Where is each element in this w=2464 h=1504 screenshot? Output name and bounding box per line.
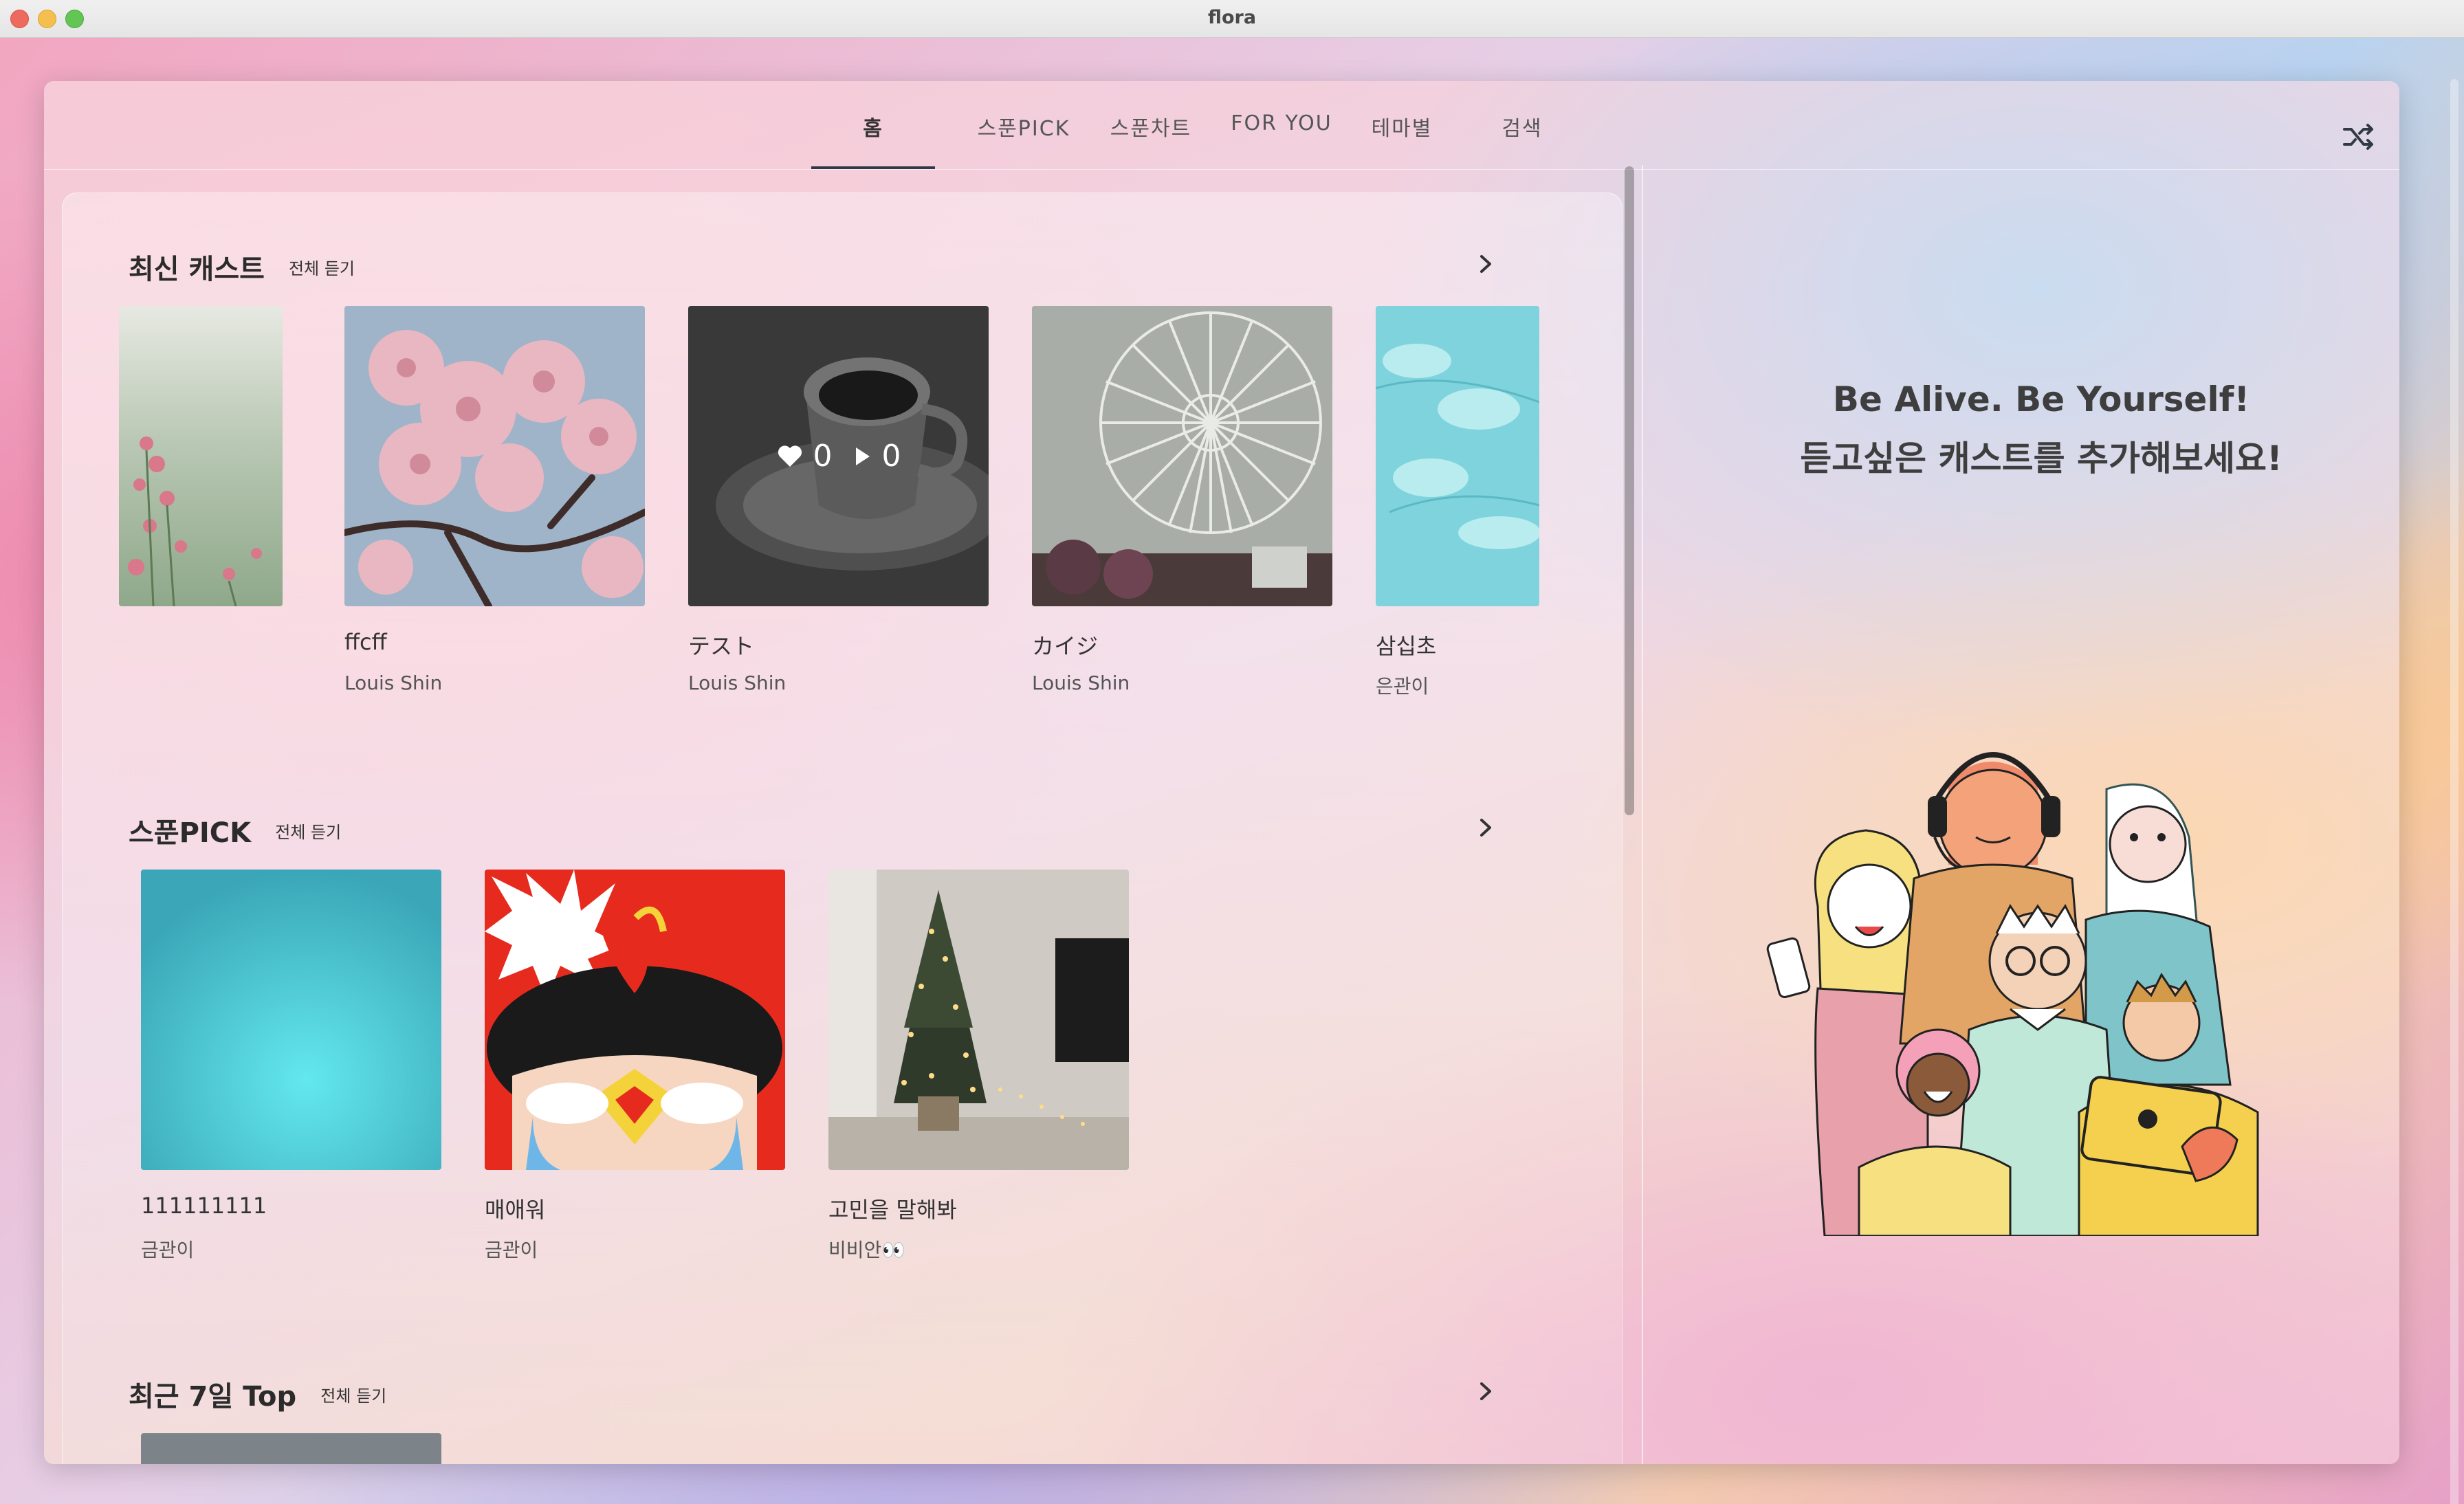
cast-title: テスト <box>688 633 755 659</box>
cast-thumbnail <box>1032 306 1332 606</box>
cast-thumbnail <box>828 870 1129 1170</box>
chevron-right-icon[interactable] <box>1472 810 1499 845</box>
listen-all-link[interactable]: 전체 듣기 <box>320 1382 386 1406</box>
window-title: flora <box>1207 7 1257 28</box>
cast-card[interactable]: 매애워 금관이 <box>485 870 785 1268</box>
cast-thumbnail <box>141 870 441 1170</box>
tab-home[interactable]: 홈 <box>811 111 935 169</box>
cast-thumbnail <box>344 306 645 606</box>
section-title: 최근 7일 Top <box>129 1381 297 1413</box>
cast-card[interactable]: 고민을 말해봐 비비안👀 <box>828 870 1129 1268</box>
play-count: 0 <box>881 439 901 474</box>
app-window: 홈 스푼PICK 스푼차트 FOR YOU 테마별 검색 최신 캐스트 전체 듣… <box>44 81 2399 1464</box>
cast-title: 111111111 <box>141 1193 267 1219</box>
promo-subline: 듣고싶은 캐스트를 추가해보세요! <box>1800 439 2282 478</box>
section-recent-7-day-top: 최근 7일 Top 전체 듣기 <box>63 1374 1622 1464</box>
cast-thumbnail <box>119 306 283 606</box>
cast-title: 고민을 말해봐 <box>828 1197 957 1223</box>
cast-stats-overlay: 0 0 <box>688 306 989 606</box>
cast-card[interactable]: カイジ Louis Shin <box>1032 306 1332 705</box>
cast-author: 은관이 <box>1376 675 1429 698</box>
tab-for-you[interactable]: FOR YOU <box>1206 111 1357 169</box>
cast-author: 금관이 <box>485 1239 538 1261</box>
chevron-right-icon[interactable] <box>1472 1374 1499 1408</box>
content-scrollbar[interactable] <box>1625 166 1634 815</box>
tab-search[interactable]: 검색 <box>1467 111 1577 169</box>
section-title: 스푼PICK <box>129 817 252 849</box>
cast-thumbnail <box>1376 306 1539 606</box>
section-spoon-pick: 스푼PICK 전체 듣기 111111111 금관이 매애워 금관이 고민을 말… <box>63 810 1622 1305</box>
cast-card[interactable] <box>141 1433 441 1464</box>
cast-author: 금관이 <box>141 1239 195 1261</box>
cast-title: 매애워 <box>485 1197 546 1223</box>
chevron-right-icon[interactable] <box>1472 247 1499 281</box>
section-header: 최신 캐스트 전체 듣기 <box>129 247 355 288</box>
section-title: 최신 캐스트 <box>129 254 265 285</box>
section-header: 스푼PICK 전체 듣기 <box>129 810 341 852</box>
cast-author: 비비안👀 <box>828 1239 906 1261</box>
promo-message: Be Alive. Be Yourself! 듣고싶은 캐스트를 추가해보세요! <box>1653 370 2399 488</box>
tab-theme[interactable]: 테마별 <box>1343 111 1460 169</box>
panel-divider <box>1642 165 1643 1464</box>
cast-card[interactable]: 삼십초 은관이 <box>1376 306 1539 705</box>
tab-spoon-pick[interactable]: 스푼PICK <box>952 111 1096 169</box>
play-icon <box>855 447 870 465</box>
cast-title: カイジ <box>1032 633 1099 659</box>
cast-title: 삼십초 <box>1376 633 1437 659</box>
section-latest-casts: 최신 캐스트 전체 듣기 ffcff Louis Shin 0 0 テスト Lo… <box>63 247 1622 742</box>
cast-thumbnail <box>141 1433 441 1464</box>
cast-title: ffcff <box>344 629 387 655</box>
listen-all-link[interactable]: 전체 듣기 <box>289 255 355 279</box>
cast-author: Louis Shin <box>1032 672 1130 694</box>
cast-card[interactable]: 0 0 テスト Louis Shin <box>688 306 989 705</box>
heart-icon <box>778 445 802 467</box>
tab-spoon-chart[interactable]: 스푼차트 <box>1082 111 1220 169</box>
listen-all-link[interactable]: 전체 듣기 <box>275 819 341 843</box>
section-header: 최근 7일 Top 전체 듣기 <box>129 1374 386 1415</box>
cast-card[interactable] <box>119 306 283 608</box>
shuffle-icon[interactable] <box>2339 117 2377 155</box>
like-count: 0 <box>813 439 833 474</box>
cast-card[interactable]: 111111111 금관이 <box>141 870 441 1268</box>
cast-author: Louis Shin <box>688 672 786 694</box>
cast-card[interactable]: ffcff Louis Shin <box>344 306 645 705</box>
cast-thumbnail <box>485 870 785 1170</box>
window-titlebar: flora <box>0 0 2464 38</box>
people-illustration <box>1766 752 2259 1236</box>
window-scrollbar[interactable] <box>2450 79 2458 1504</box>
top-navigation: 홈 스푼PICK 스푼차트 FOR YOU 테마별 검색 <box>44 81 2399 170</box>
promo-headline: Be Alive. Be Yourself! <box>1832 379 2250 419</box>
home-content-panel[interactable]: 최신 캐스트 전체 듣기 ffcff Louis Shin 0 0 テスト Lo… <box>62 192 1622 1464</box>
cast-author: Louis Shin <box>344 672 443 694</box>
